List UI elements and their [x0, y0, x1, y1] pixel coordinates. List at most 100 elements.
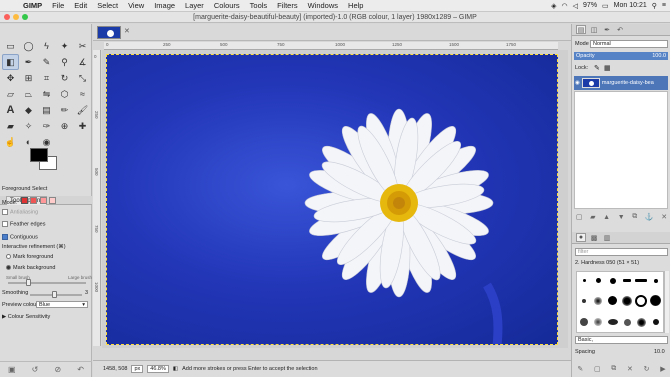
bucket-fill-tool-icon[interactable]: ◆ [20, 102, 37, 118]
contiguous-checkbox[interactable] [2, 234, 8, 240]
spacing-value[interactable]: 10.0 [654, 349, 665, 355]
menu-layer[interactable]: Layer [180, 1, 209, 10]
brush-filter-input[interactable]: filter [575, 248, 668, 256]
opacity-slider[interactable]: Opacity 100.0 [574, 52, 668, 60]
crop-tool-icon[interactable]: ⌗ [38, 70, 55, 86]
zoom-select[interactable]: 46.8% [147, 365, 169, 373]
lower-layer-icon[interactable]: ▼ [618, 214, 625, 221]
colour-sensitivity-expander[interactable]: ▶ Colour Sensitivity [2, 314, 50, 320]
airbrush-tool-icon[interactable]: ✧ [20, 118, 37, 134]
antialiasing-checkbox[interactable] [2, 209, 8, 215]
menu-tools[interactable]: Tools [245, 1, 273, 10]
lock-alpha-icon[interactable]: ▦ [604, 64, 611, 72]
perspective-tool-icon[interactable]: ⏢ [20, 86, 37, 102]
eraser-tool-icon[interactable]: ▰ [2, 118, 19, 134]
heal-tool-icon[interactable]: ✚ [74, 118, 91, 134]
brush-tag-input[interactable]: Basic, [575, 336, 668, 344]
scale-tool-icon[interactable]: ⤡ [74, 70, 91, 86]
brush-item[interactable] [622, 295, 633, 306]
menu-image[interactable]: Image [149, 1, 180, 10]
wifi-icon[interactable]: ◠ [562, 2, 568, 10]
brush-grid[interactable] [576, 271, 664, 333]
menu-app[interactable]: GIMP [18, 1, 47, 10]
new-layer-icon[interactable]: ▢ [576, 213, 583, 221]
brush-size-slider[interactable] [8, 282, 86, 284]
tab-layers-icon[interactable]: ▤ [576, 25, 586, 34]
restore-options-icon[interactable]: ↺ [32, 365, 39, 374]
tab-paths-icon[interactable]: ✒ [602, 25, 612, 34]
volume-icon[interactable]: ◁ [573, 2, 578, 10]
brushes-scrollbar[interactable] [664, 271, 669, 333]
clone-tool-icon[interactable]: ⊕ [56, 118, 73, 134]
menu-colours[interactable]: Colours [209, 1, 245, 10]
brush-item[interactable] [594, 296, 603, 305]
layer-group-icon[interactable]: ▰ [590, 213, 595, 221]
brush-size-slider-handle[interactable] [26, 279, 31, 286]
ellipse-select-tool-icon[interactable]: ◯ [20, 38, 37, 54]
brush-item[interactable] [623, 318, 631, 326]
layer-mode-select[interactable]: Normal [590, 40, 668, 48]
zoom-tool-icon[interactable]: ⚲ [56, 54, 73, 70]
daisy-image[interactable] [106, 54, 558, 345]
tab-undo-icon[interactable]: ↶ [615, 25, 625, 34]
delete-layer-icon[interactable]: ✕ [661, 213, 667, 221]
paths-tool-icon[interactable]: ✒ [20, 54, 37, 70]
mark-background-option[interactable]: Mark background [6, 265, 56, 271]
color-picker-tool-icon[interactable]: ✎ [38, 54, 55, 70]
brush-item[interactable] [582, 279, 586, 282]
duplicate-brush-icon[interactable]: ⧉ [611, 365, 616, 373]
brush-item[interactable] [594, 318, 603, 326]
unit-select[interactable]: px [131, 365, 144, 373]
menu-list-icon[interactable]: ≡ [662, 2, 666, 9]
tab-channels-icon[interactable]: ◫ [589, 25, 599, 34]
image-canvas[interactable] [102, 50, 568, 348]
open-brush-icon[interactable]: ▶ [660, 365, 665, 373]
free-select-tool-icon[interactable]: ϟ [38, 38, 55, 54]
layer-name[interactable]: marguerite-daisy-bea [602, 80, 654, 86]
duplicate-layer-icon[interactable]: ⧉ [632, 213, 637, 221]
mode-add-icon[interactable] [30, 197, 38, 204]
blend-tool-icon[interactable]: ▤ [38, 102, 55, 118]
clock[interactable]: Mon 10:21 [614, 2, 647, 9]
align-tool-icon[interactable]: ⊞ [20, 70, 37, 86]
edit-brush-icon[interactable]: ✎ [577, 365, 583, 373]
brush-item[interactable] [607, 319, 618, 325]
preview-colour-select[interactable]: Blue ▾ [36, 301, 88, 308]
mode-replace-icon[interactable] [20, 197, 28, 204]
tab-gradients-icon[interactable]: ▥ [602, 233, 612, 242]
anchor-layer-icon[interactable]: ⚓ [645, 213, 654, 221]
dropbox-icon[interactable]: ◈ [551, 2, 556, 10]
measure-tool-icon[interactable]: ∡ [74, 54, 91, 70]
raise-layer-icon[interactable]: ▲ [603, 214, 610, 221]
menu-file[interactable]: File [47, 1, 69, 10]
menu-help[interactable]: Help [343, 1, 368, 10]
paintbrush-tool-icon[interactable]: 🖌 [74, 102, 91, 118]
brush-item[interactable] [608, 296, 618, 305]
rect-select-tool-icon[interactable]: ▭ [2, 38, 19, 54]
brush-item[interactable] [653, 278, 658, 283]
mode-subtract-icon[interactable] [39, 197, 47, 204]
foreground-select-tool-icon[interactable]: ◧ [2, 54, 19, 70]
fuzzy-select-tool-icon[interactable]: ✦ [56, 38, 73, 54]
text-tool-icon[interactable]: A [2, 102, 19, 118]
brush-item[interactable] [623, 279, 632, 282]
brush-item[interactable] [595, 278, 601, 283]
delete-brush-icon[interactable]: ✕ [627, 365, 633, 373]
close-tab-icon[interactable]: ✕ [124, 27, 130, 35]
search-icon[interactable]: ⚲ [652, 2, 657, 10]
contiguous-option[interactable]: Contiguous [2, 234, 38, 240]
feather-edges-option[interactable]: Feather edges [2, 221, 45, 227]
menu-edit[interactable]: Edit [69, 1, 92, 10]
scissors-tool-icon[interactable]: ✂ [74, 38, 91, 54]
save-options-icon[interactable]: ▣ [8, 365, 16, 374]
layer-row[interactable]: ◉ marguerite-daisy-bea [574, 76, 668, 90]
image-tab-thumbnail[interactable] [97, 26, 121, 39]
mode-intersect-icon[interactable] [49, 197, 57, 204]
antialiasing-option[interactable]: Antialiasing [2, 209, 38, 215]
move-tool-icon[interactable]: ✥ [2, 70, 19, 86]
shear-tool-icon[interactable]: ▱ [2, 86, 19, 102]
brush-item[interactable] [636, 317, 646, 327]
smudge-tool-icon[interactable]: ☝ [2, 134, 19, 150]
zoom-window-icon[interactable] [22, 14, 28, 20]
flip-tool-icon[interactable]: ⇋ [38, 86, 55, 102]
